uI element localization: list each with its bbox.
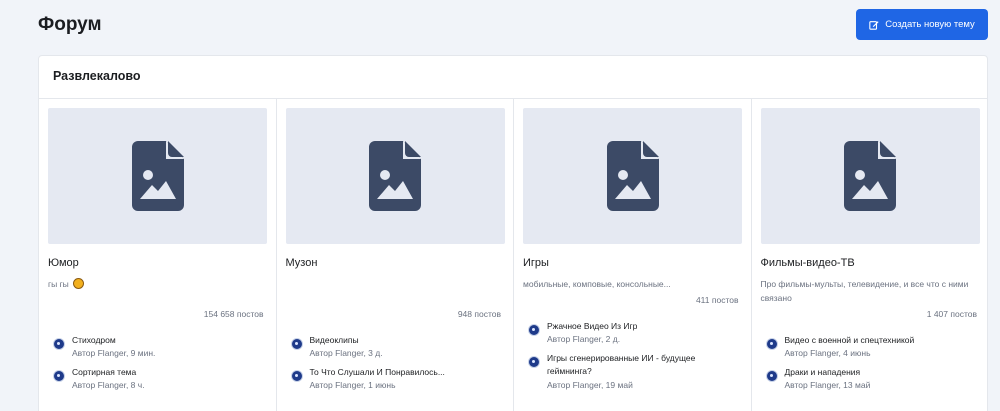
user-avatar-icon[interactable] xyxy=(765,370,778,382)
edit-icon xyxy=(869,20,879,30)
user-avatar-icon[interactable] xyxy=(290,338,303,350)
forum-description-text: гы гы xyxy=(48,279,69,289)
forum-thumbnail[interactable] xyxy=(523,108,742,244)
forum-title[interactable]: Музон xyxy=(286,257,318,269)
forum-card-movies[interactable]: Фильмы-видео-ТВ Про фильмы-мульты, телев… xyxy=(752,99,990,411)
post-count: 948 постов xyxy=(457,309,501,319)
forum-thumbnail[interactable] xyxy=(760,108,980,244)
topic-title[interactable]: Видео с военной и спецтехникой xyxy=(785,334,975,347)
forum-thumbnail[interactable] xyxy=(48,108,267,244)
forum-card-humor[interactable]: Юмор гы гы 154 658 постов Стиходром Авто… xyxy=(39,99,277,411)
user-avatar-icon[interactable] xyxy=(765,338,778,350)
user-avatar-icon[interactable] xyxy=(290,370,303,382)
forum-title[interactable]: Игры xyxy=(523,257,549,269)
forum-card-games[interactable]: Игры мобильные, комповые, консольные... … xyxy=(514,99,752,411)
create-topic-label: Создать новую тему xyxy=(885,19,975,30)
topic-title[interactable]: Ржачное Видео Из Игр xyxy=(547,320,737,333)
file-image-icon xyxy=(844,141,896,211)
create-topic-button[interactable]: Создать новую тему xyxy=(856,9,988,40)
topic-title[interactable]: Драки и нападения xyxy=(785,366,975,379)
forum-description: Про фильмы-мульты, телевидение, и все чт… xyxy=(760,279,969,303)
topic-meta: Автор Flanger, 1 июнь xyxy=(309,380,396,390)
user-avatar-icon[interactable] xyxy=(53,338,65,350)
topic-meta: Автор Flanger, 3 д. xyxy=(309,348,383,358)
topic-title[interactable]: Сортирная тема xyxy=(72,366,262,379)
topic-meta: Автор Flanger, 19 май xyxy=(547,380,633,390)
user-avatar-icon[interactable] xyxy=(528,324,540,336)
forum-title[interactable]: Юмор xyxy=(48,257,79,269)
page-title: Форум xyxy=(38,14,102,35)
file-image-icon xyxy=(131,141,184,211)
file-image-icon xyxy=(606,141,659,211)
topic-title[interactable]: Стиходром xyxy=(72,334,262,347)
file-image-icon xyxy=(369,141,421,211)
post-count: 411 постов xyxy=(695,295,739,305)
section-title[interactable]: Развлекалово xyxy=(53,69,141,83)
smiley-icon xyxy=(73,278,85,289)
forum-card-music[interactable]: Музон 948 постов Видеоклипы Автор Flange… xyxy=(277,99,514,411)
topic-title[interactable]: Видеоклипы xyxy=(310,334,500,347)
user-avatar-icon[interactable] xyxy=(528,356,540,368)
topic-meta: Автор Flanger, 13 май xyxy=(784,380,871,390)
topic-title[interactable]: То Что Слушали И Понравилось... xyxy=(310,366,500,379)
post-count: 154 658 постов xyxy=(203,309,264,319)
post-count: 1 407 постов xyxy=(926,309,977,319)
topic-meta: Автор Flanger, 4 июнь xyxy=(784,348,871,358)
forum-description: мобильные, комповые, консольные... xyxy=(523,279,671,289)
topic-meta: Автор Flanger, 2 д. xyxy=(547,334,621,344)
topic-title[interactable]: Игры сгенерированные ИИ - будущее геймни… xyxy=(547,352,737,378)
topic-meta: Автор Flanger, 9 мин. xyxy=(72,348,156,358)
forum-thumbnail[interactable] xyxy=(285,108,505,244)
forum-section-panel: Развлекалово Юмор гы гы 154 658 постов С… xyxy=(38,55,988,411)
forum-description: гы гы xyxy=(48,277,263,291)
user-avatar-icon[interactable] xyxy=(53,370,65,382)
forum-title[interactable]: Фильмы-видео-ТВ xyxy=(761,257,855,269)
topic-meta: Автор Flanger, 8 ч. xyxy=(72,380,145,390)
